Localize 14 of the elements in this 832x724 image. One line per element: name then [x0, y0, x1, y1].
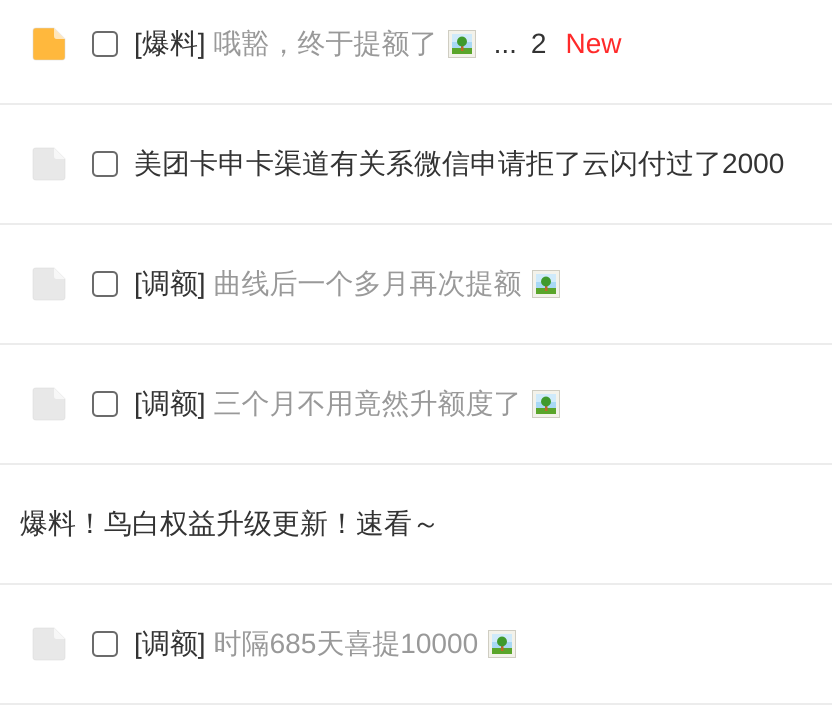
thread-tag[interactable]: [调额]: [134, 630, 206, 658]
thread-title[interactable]: 美团卡申卡渠道有关系微信申请拒了云闪付过了2000: [134, 150, 784, 178]
checkbox[interactable]: [92, 271, 118, 297]
thread-tag[interactable]: [调额]: [134, 390, 206, 418]
thread-tag[interactable]: [爆料]: [134, 30, 206, 58]
checkbox[interactable]: [92, 631, 118, 657]
notice-link[interactable]: 爆料！鸟白权益升级更新！速看～: [20, 510, 440, 538]
page-ellipsis: ...: [494, 30, 517, 58]
checkbox[interactable]: [92, 151, 118, 177]
thread-tag[interactable]: [调额]: [134, 270, 206, 298]
new-label: New: [565, 30, 622, 58]
checkbox[interactable]: [92, 391, 118, 417]
page-link[interactable]: 2: [530, 30, 546, 58]
checkbox[interactable]: [92, 31, 118, 57]
